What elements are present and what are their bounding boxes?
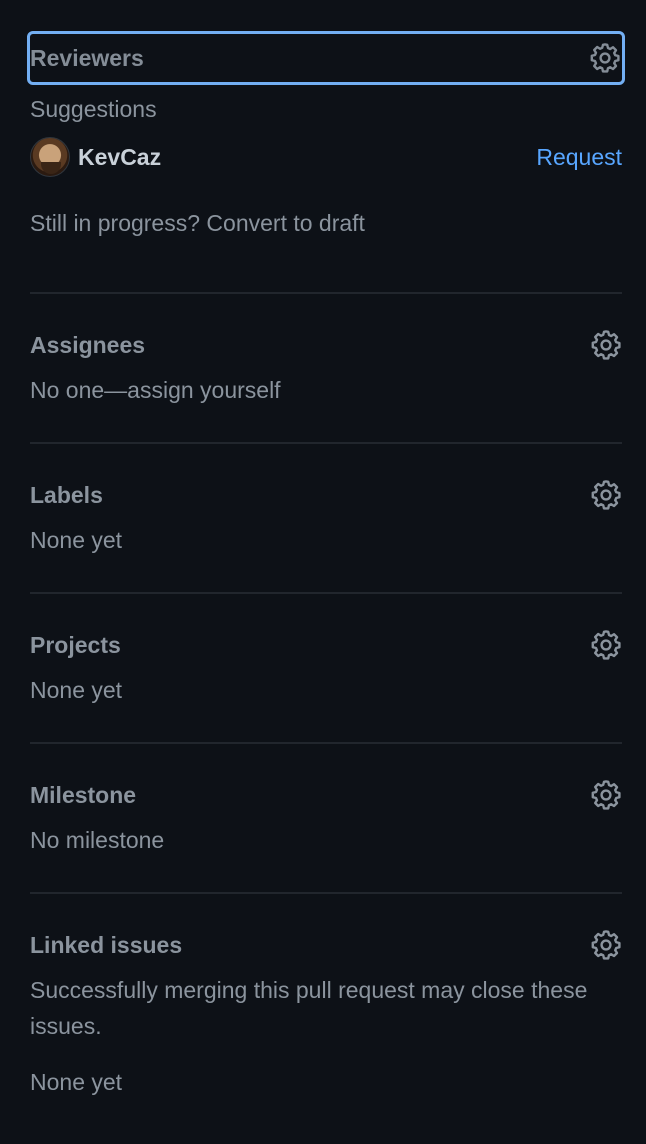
reviewers-header[interactable]: Reviewers [27, 31, 625, 85]
suggested-reviewer-row: KevCaz Request [30, 131, 622, 183]
assignees-title: Assignees [30, 331, 146, 358]
suggestions-label: Suggestions [30, 96, 157, 122]
labels-title: Labels [30, 481, 103, 508]
linked-issues-description: Successfully merging this pull request m… [30, 977, 588, 1039]
projects-section: Projects None yet [30, 594, 622, 708]
reviewer-name[interactable]: KevCaz [78, 144, 161, 171]
request-review-button[interactable]: Request [536, 144, 622, 171]
gear-icon[interactable] [590, 629, 622, 661]
assignees-header[interactable]: Assignees [30, 318, 622, 372]
pr-sidebar: Reviewers Suggestions KevCaz Request Sti… [27, 0, 625, 1100]
linked-issues-title: Linked issues [30, 931, 183, 958]
assignees-value[interactable]: No one—assign yourself [30, 372, 622, 408]
linked-issues-header[interactable]: Linked issues [30, 918, 622, 972]
labels-section: Labels None yet [30, 444, 622, 558]
reviewers-title: Reviewers [30, 44, 144, 71]
labels-value: None yet [30, 527, 123, 553]
projects-header[interactable]: Projects [30, 618, 622, 672]
gear-icon[interactable] [590, 479, 622, 511]
convert-to-draft-link[interactable]: Convert to draft [206, 210, 365, 236]
assignees-section: Assignees No one—assign yourself [30, 294, 622, 408]
reviewers-section: Reviewers Suggestions KevCaz Request Sti… [27, 31, 625, 241]
projects-title: Projects [30, 631, 121, 658]
labels-header[interactable]: Labels [30, 468, 622, 522]
gear-icon[interactable] [589, 42, 621, 74]
projects-value: None yet [30, 677, 123, 703]
gear-icon[interactable] [590, 329, 622, 361]
gear-icon[interactable] [590, 779, 622, 811]
avatar [30, 137, 70, 177]
linked-issues-value: None yet [30, 1069, 123, 1095]
milestone-value: No milestone [30, 827, 165, 853]
milestone-section: Milestone No milestone [30, 744, 622, 858]
milestone-title: Milestone [30, 781, 137, 808]
draft-prompt: Still in progress? [30, 210, 201, 236]
convert-to-draft-row: Still in progress? Convert to draft [30, 205, 622, 241]
gear-icon[interactable] [590, 929, 622, 961]
milestone-header[interactable]: Milestone [30, 768, 622, 822]
linked-issues-section: Linked issues Successfully merging this … [30, 894, 622, 1100]
